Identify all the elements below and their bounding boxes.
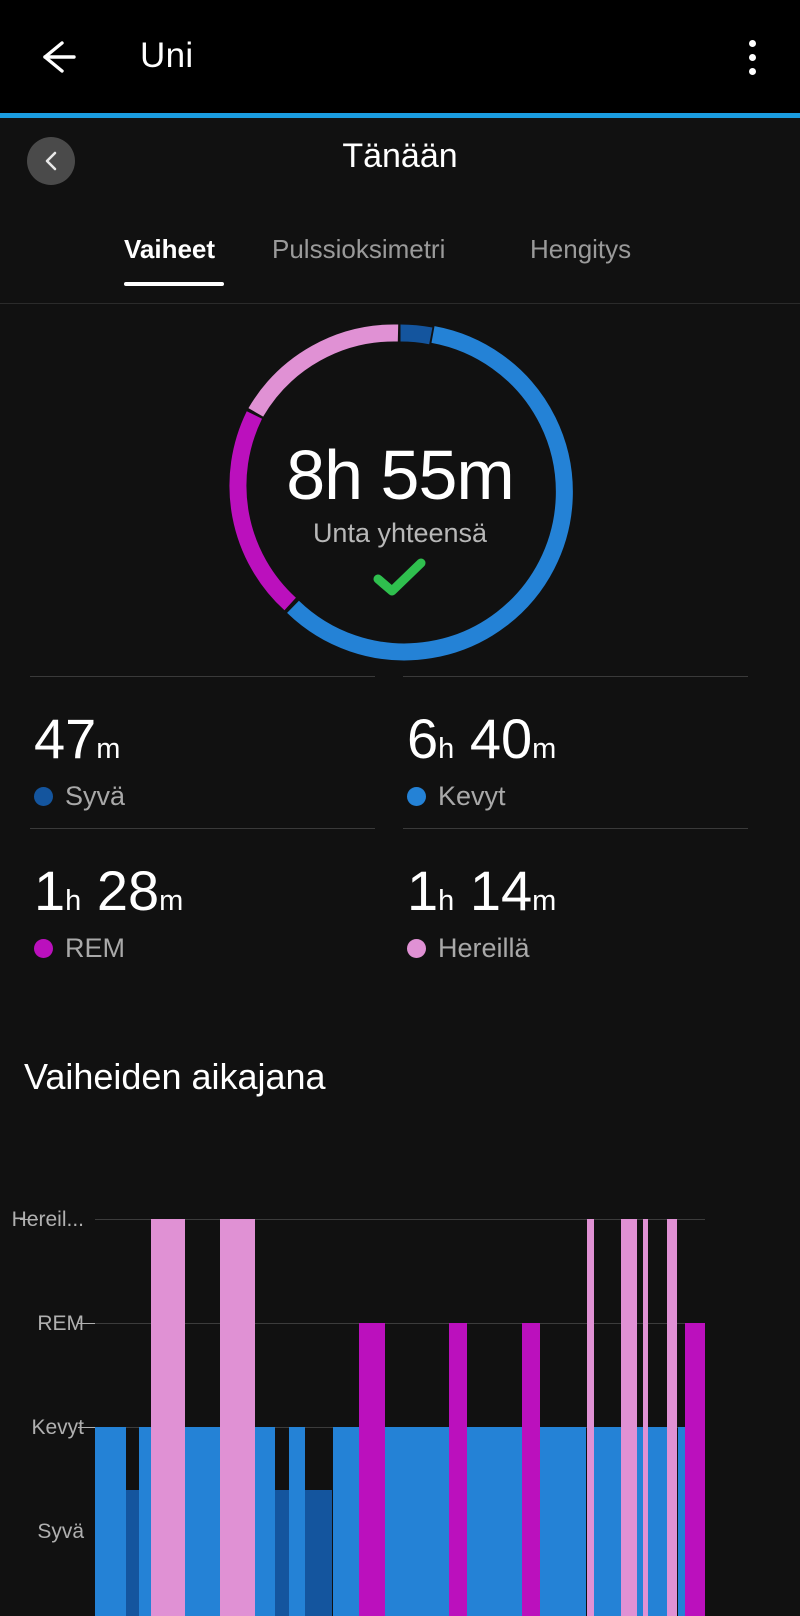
- timeline-section-title: Vaiheiden aikajana: [24, 1056, 326, 1097]
- donut-center-content: 8h 55m Unta yhteensä: [0, 436, 800, 604]
- selected-date-label: Tänään: [342, 137, 458, 175]
- divider: [30, 828, 375, 829]
- stat-legend-rem: REM: [34, 933, 125, 964]
- stat-legend-awake: Hereillä: [407, 933, 530, 964]
- stat-number: 1: [34, 859, 66, 922]
- y-axis-label-rem: REM: [37, 1312, 84, 1335]
- hypnogram-bar: [587, 1219, 594, 1616]
- legend-dot-deep: [34, 787, 53, 806]
- hypnogram-bar: [621, 1219, 637, 1616]
- hypnogram-bar: [289, 1427, 305, 1616]
- hypnogram-bar: [185, 1427, 220, 1616]
- sleep-detail-screen: Uni Tänään Vaiheet Pulssioksimetri Hengi…: [0, 0, 800, 1616]
- y-axis-label-awake: Hereil...: [11, 1208, 84, 1231]
- hypnogram-bar: [522, 1323, 540, 1616]
- stat-number-2: 40: [469, 707, 533, 770]
- hypnogram-bar: [449, 1323, 467, 1616]
- stat-number-2: 14: [469, 859, 533, 922]
- stat-legend-deep: Syvä: [34, 781, 125, 812]
- hypnogram-bar: [594, 1427, 621, 1616]
- tab-bar-divider: [0, 303, 800, 304]
- hypnogram-bar: [359, 1323, 385, 1616]
- stat-label-rem: REM: [65, 933, 125, 963]
- stat-value-light: 6h 40m: [407, 710, 556, 778]
- y-axis-label-deep: Syvä: [37, 1520, 84, 1543]
- total-sleep-caption: Unta yhteensä: [312, 518, 488, 548]
- tab-active-indicator: [124, 282, 224, 286]
- divider: [403, 828, 748, 829]
- stat-value-rem: 1h 28m: [34, 862, 183, 930]
- sleep-donut-chart: 8h 55m Unta yhteensä: [0, 306, 800, 671]
- sleep-stage-timeline-chart[interactable]: Hereil... REM Kevyt Syvä: [0, 1160, 800, 1616]
- y-axis-label-light: Kevyt: [31, 1416, 84, 1439]
- y-axis-tick-awake: [20, 1219, 38, 1220]
- tab-vaiheet[interactable]: Vaiheet: [124, 234, 215, 265]
- stat-label-awake: Hereillä: [438, 933, 530, 963]
- y-axis-tick-rem: [78, 1323, 96, 1324]
- stat-card-light[interactable]: 6h 40m Kevyt: [403, 676, 748, 826]
- stat-unit: h: [438, 733, 455, 765]
- stat-card-deep[interactable]: 47m Syvä: [30, 676, 375, 826]
- hypnogram-bar: [305, 1490, 332, 1616]
- legend-dot-light: [407, 787, 426, 806]
- hypnogram-bar: [467, 1427, 522, 1616]
- total-sleep-value: 8h 55m: [286, 436, 514, 514]
- app-bar: Uni: [0, 0, 800, 113]
- hypnogram-bar: [126, 1490, 139, 1616]
- tab-pulssioksimetri[interactable]: Pulssioksimetri: [272, 234, 445, 265]
- legend-dot-rem: [34, 939, 53, 958]
- sleep-stage-stats: 47m Syvä 6h 40m Kevyt 1h 28m REM 1h 14m …: [0, 676, 800, 1006]
- goal-met-check-icon: [0, 557, 800, 604]
- stat-label-deep: Syvä: [65, 781, 126, 811]
- stat-value-deep: 47m: [34, 710, 120, 778]
- tab-bar: Vaiheet Pulssioksimetri Hengitys: [0, 222, 800, 304]
- stat-legend-light: Kevyt: [407, 781, 506, 812]
- hypnogram-bar: [540, 1427, 586, 1616]
- hypnogram-bar: [643, 1219, 648, 1616]
- stat-unit: m: [96, 733, 121, 765]
- overflow-menu-icon[interactable]: [730, 34, 774, 80]
- stat-card-awake[interactable]: 1h 14m Hereillä: [403, 828, 748, 978]
- hypnogram-bar: [139, 1427, 151, 1616]
- app-bar-title: Uni: [140, 36, 194, 75]
- stat-value-awake: 1h 14m: [407, 862, 556, 930]
- stat-card-rem[interactable]: 1h 28m REM: [30, 828, 375, 978]
- hypnogram-bar: [685, 1323, 705, 1616]
- stat-unit-2: m: [159, 885, 184, 917]
- stat-number: 1: [407, 859, 439, 922]
- hypnogram-bar: [648, 1427, 668, 1616]
- divider: [30, 676, 375, 677]
- hypnogram-bar: [95, 1427, 126, 1616]
- stat-number-2: 28: [96, 859, 160, 922]
- hypnogram-bar: [151, 1219, 185, 1616]
- hypnogram-bar: [333, 1427, 359, 1616]
- stat-unit: h: [65, 885, 82, 917]
- date-navigation: Tänään: [0, 118, 800, 218]
- hypnogram-bar: [667, 1219, 677, 1616]
- stat-number: 6: [407, 707, 439, 770]
- stat-label-light: Kevyt: [438, 781, 506, 811]
- hypnogram-bar: [220, 1219, 255, 1616]
- hypnogram-bar: [255, 1427, 275, 1616]
- back-arrow-icon[interactable]: [34, 34, 80, 80]
- tab-hengitys[interactable]: Hengitys: [530, 234, 631, 265]
- y-axis-tick-light: [78, 1427, 96, 1428]
- legend-dot-awake: [407, 939, 426, 958]
- hypnogram-plot-area[interactable]: [95, 1160, 705, 1616]
- stat-number: 47: [34, 707, 97, 770]
- hypnogram-bar: [385, 1427, 449, 1616]
- hypnogram-bar: [275, 1490, 289, 1616]
- stat-unit: h: [438, 885, 455, 917]
- stat-unit-2: m: [532, 885, 557, 917]
- stat-unit-2: m: [532, 733, 557, 765]
- divider: [403, 676, 748, 677]
